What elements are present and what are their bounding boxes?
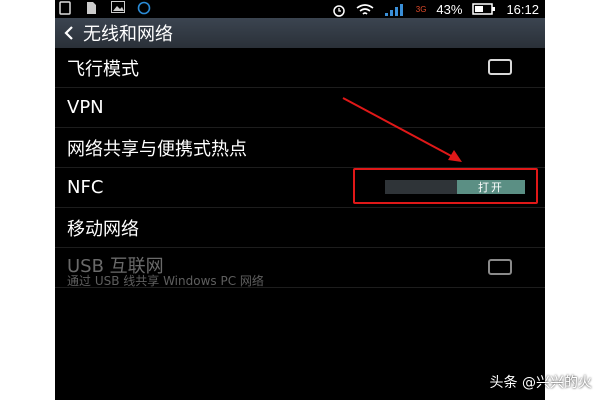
tethering-label: 网络共享与便携式热点 [67, 138, 247, 160]
usb-tethering-row: USB 互联网 通过 USB 线共享 Windows PC 网络 [55, 248, 545, 288]
usb-tethering-summary: 通过 USB 线共享 Windows PC 网络 [67, 274, 264, 288]
network-type-label: 3G [415, 4, 427, 14]
tethering-row[interactable]: 网络共享与便携式热点 [55, 128, 545, 168]
airplane-mode-row[interactable]: 飞行模式 [55, 48, 545, 88]
bluetooth-icon [137, 1, 151, 15]
image-icon [111, 1, 125, 13]
watermark: 头条 @兴兴的火 [489, 375, 592, 391]
battery-percent: 43% [436, 1, 463, 17]
nfc-label: NFC [67, 177, 104, 198]
wifi-icon [356, 3, 374, 15]
battery-icon [472, 3, 496, 15]
vpn-label: VPN [67, 97, 104, 118]
vpn-row[interactable]: VPN [55, 88, 545, 128]
signal-icon [384, 3, 406, 16]
back-icon[interactable] [59, 18, 79, 48]
sd-card-icon [85, 1, 99, 14]
airplane-mode-checkbox[interactable] [488, 59, 512, 75]
usb-tethering-checkbox [488, 259, 512, 275]
action-bar: 无线和网络 [55, 18, 545, 48]
mobile-network-label: 移动网络 [67, 218, 139, 240]
status-bar: 3G 43% 16:12 [55, 0, 545, 18]
airplane-mode-label: 飞行模式 [67, 58, 139, 80]
notification-icon [59, 1, 73, 15]
alarm-icon [332, 3, 346, 17]
mobile-network-row[interactable]: 移动网络 [55, 208, 545, 248]
page-title: 无线和网络 [83, 24, 173, 45]
highlight-box [353, 168, 538, 204]
clock: 16:12 [506, 1, 539, 17]
